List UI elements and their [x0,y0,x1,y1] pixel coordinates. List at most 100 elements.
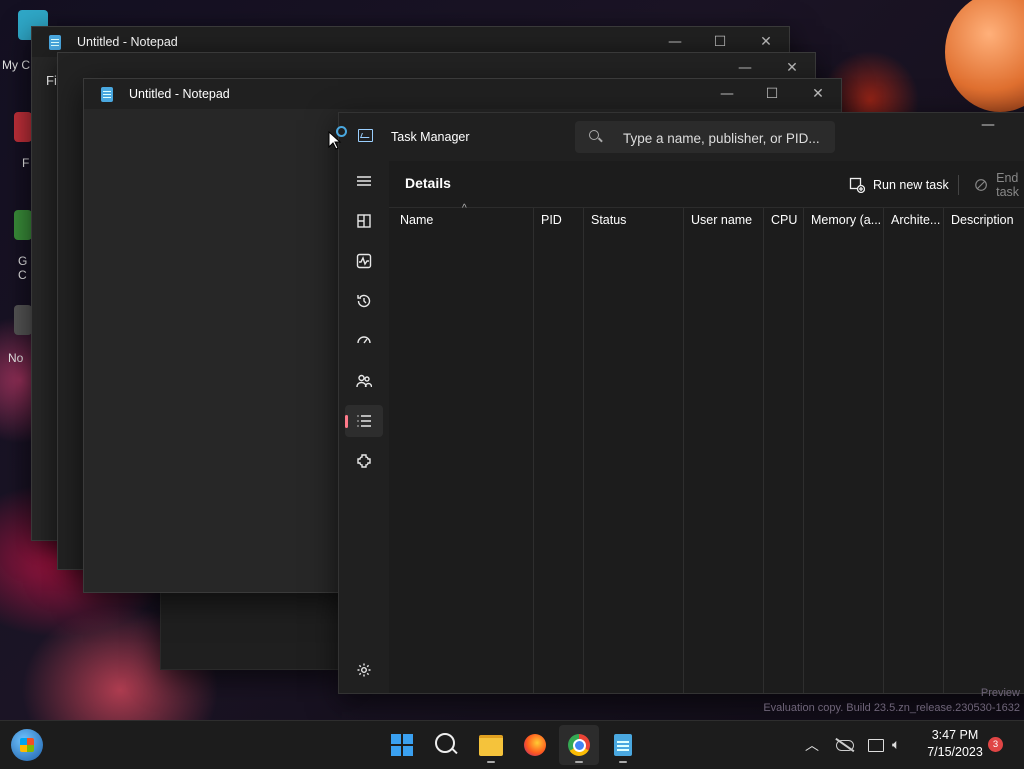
task-manager-titlebar[interactable]: Task Manager — [339,113,1024,161]
search-icon [435,733,458,755]
page-title: Details [405,175,451,191]
column-label: Archite... [891,213,941,227]
menu-file[interactable]: Fi [46,73,57,88]
sort-ascending-icon: ^ [462,203,467,214]
run-new-task-label: Run new task [873,178,949,192]
services-icon[interactable] [345,445,383,477]
processes-icon[interactable] [345,205,383,237]
time-text: 3:47 PM [931,728,979,742]
column-label: CPU [771,213,798,227]
app-title: Task Manager [391,130,470,144]
details-icon[interactable] [345,405,383,437]
column-label: User name [691,213,753,227]
column-divider[interactable] [763,208,764,693]
column-divider[interactable] [943,208,944,693]
show-hidden-icons-button[interactable]: ︿ [805,721,819,769]
chevron-up-icon: ︿ [805,738,819,754]
app-icon [14,210,32,240]
column-header-memory[interactable]: Memory (a... [804,208,883,232]
network-icon [868,738,884,752]
column-label: Description [951,213,1014,227]
onedrive-button[interactable] [835,721,855,769]
task-manager-logo-icon [358,129,373,142]
app-icon [14,305,32,335]
column-header-status[interactable]: Status [584,208,683,232]
notification-badge[interactable]: 3 [988,737,1003,752]
chrome-button[interactable] [559,725,599,765]
search-box[interactable] [575,121,835,153]
windows-start-button[interactable] [382,725,422,765]
running-indicator [575,761,583,763]
firefox-icon [524,734,546,756]
notepad-icon [614,734,632,756]
run-new-task-button[interactable]: Run new task [849,173,949,197]
desktop-icon-label: No [8,351,24,365]
column-header-cpu[interactable]: CPU [764,208,803,232]
app-history-icon[interactable] [345,285,383,317]
end-task-label: End task [996,171,1020,199]
maximize-button[interactable]: ☐ [749,79,795,109]
navigation-rail [339,161,389,693]
wallpaper-orb [945,0,1024,112]
users-icon[interactable] [345,365,383,397]
chrome-icon [568,734,590,756]
volume-button[interactable]: 🔈︎ [892,721,900,769]
network-button[interactable] [868,721,884,769]
column-label: Memory (a... [811,213,882,227]
settings-icon[interactable] [345,654,383,686]
minimize-button[interactable]: — [704,79,750,109]
notepad-icon [49,34,61,50]
close-button[interactable]: ✕ [795,79,841,109]
column-header-user-name[interactable]: User name [684,208,763,232]
column-header-pid[interactable]: PID [534,208,583,232]
file-explorer-icon [479,734,503,756]
new-task-icon [849,177,865,193]
task-manager-window[interactable]: Task Manager — [338,112,1024,694]
startup-apps-icon[interactable] [345,325,383,357]
column-label: Status [591,213,627,227]
column-header-description[interactable]: Description [944,208,1024,232]
start-icon [11,729,43,761]
command-separator [958,175,959,195]
column-header-architecture[interactable]: Archite... [884,208,943,232]
column-label: PID [541,213,562,227]
notepad-icon [101,86,113,102]
desktop-icon-label: F [22,156,30,170]
search-icon [589,130,599,140]
running-indicator [487,761,495,763]
desktop-icon-label: G C [18,254,28,282]
minimize-button[interactable]: — [981,117,995,133]
running-indicator [619,761,627,763]
column-header-name[interactable]: Name ^ [393,203,533,232]
busy-spinner-icon [336,126,347,137]
performance-icon[interactable] [345,245,383,277]
clock[interactable]: 3:47 PM 7/15/2023 [920,727,990,761]
details-page: Details Run new task End task Name ^ PID [389,161,1024,693]
hamburger-menu-icon[interactable] [345,165,383,197]
window-title: Untitled - Notepad [77,35,178,49]
search-button[interactable] [427,725,467,765]
windows-logo-icon [391,734,413,756]
column-divider[interactable] [883,208,884,693]
speaker-icon: 🔈︎ [892,737,901,753]
column-label: Name [400,213,434,227]
end-task-icon [975,179,987,191]
build-watermark: Preview Evaluation copy. Build 23.5.zn_r… [763,687,1020,714]
date-text: 7/15/2023 [927,745,983,759]
file-explorer-button[interactable] [471,725,511,765]
start-button[interactable] [7,725,47,765]
column-divider[interactable] [803,208,804,693]
search-input[interactable] [621,127,830,149]
details-table[interactable]: Name ^ PID Status User name CPU Memory (… [389,203,1024,693]
cloud-offline-icon [835,737,855,752]
column-divider[interactable] [683,208,684,693]
column-divider[interactable] [583,208,584,693]
desktop-icon-label: My C [2,58,30,72]
firefox-button[interactable] [515,725,555,765]
taskbar: ︿ 🔈︎ 3:47 PM 7/15/2023 3 [0,720,1024,769]
notepad-taskbar-button[interactable] [603,725,643,765]
column-divider[interactable] [533,208,534,693]
end-task-button[interactable]: End task [974,171,1024,199]
window-title: Untitled - Notepad [129,87,230,101]
app-icon [14,112,32,142]
